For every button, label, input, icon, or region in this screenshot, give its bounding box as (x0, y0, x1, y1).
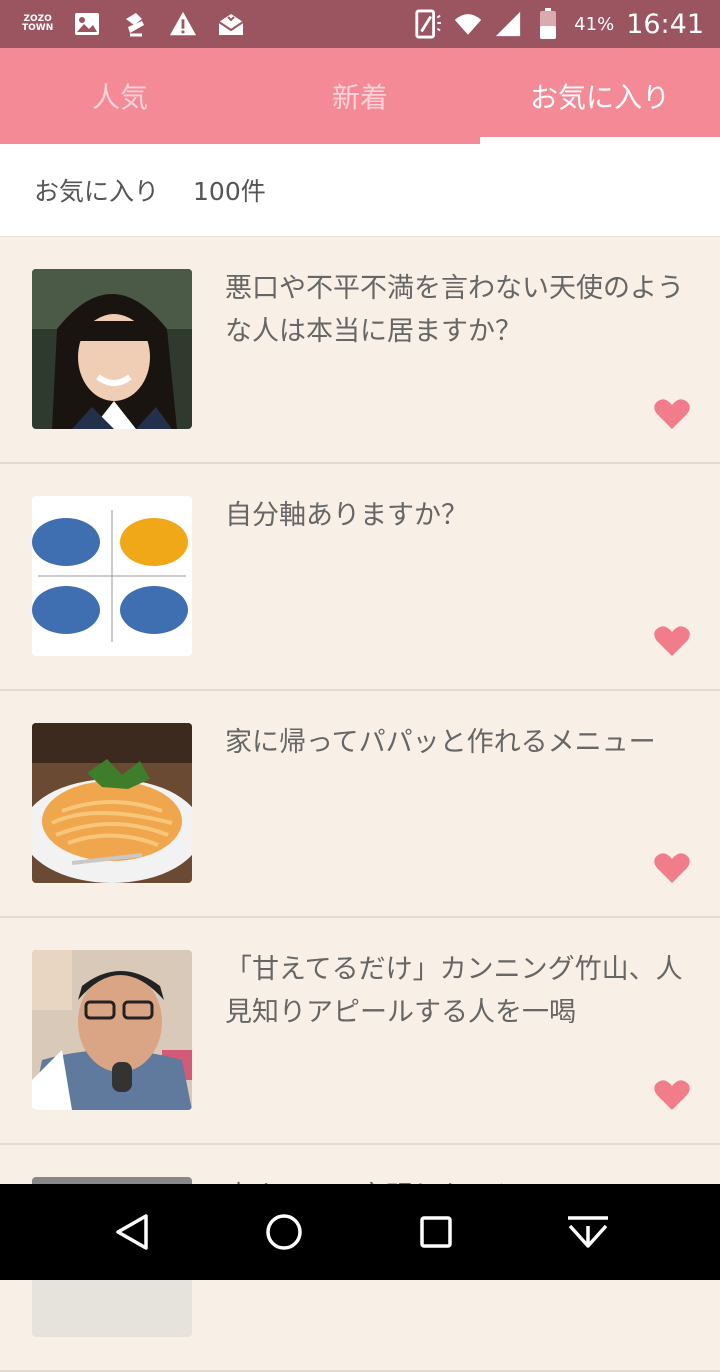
tab-new[interactable]: 新着 (240, 48, 480, 144)
image-icon (73, 10, 101, 38)
list-item[interactable]: 悪口や不平不満を言わない天使のような人は本当に居ますか？ (0, 237, 720, 464)
heart-icon[interactable] (654, 398, 690, 430)
signal-icon (494, 10, 522, 38)
count-value: 100件 (193, 177, 266, 206)
status-bar: ZOZO TOWN 41% 16:41 (0, 0, 720, 48)
recents-icon[interactable] (412, 1208, 460, 1256)
download-icon (121, 10, 149, 38)
thumbnail-image (32, 723, 192, 883)
count-label: お気に入り (34, 177, 160, 206)
item-title: 悪口や不平不満を言わない天使のような人は本当に居ますか？ (225, 273, 684, 347)
battery-icon (534, 8, 562, 39)
favorites-count-bar: お気に入り 100件 (0, 144, 720, 237)
item-title: 「甘えてるだけ」カンニング竹山、人見知りアピールする人を一喝 (225, 954, 683, 1028)
heart-icon[interactable] (654, 1079, 690, 1111)
list-item[interactable]: 「甘えてるだけ」カンニング竹山、人見知りアピールする人を一喝 (0, 918, 720, 1145)
warning-icon (169, 10, 197, 38)
battery-percent: 41% (574, 13, 615, 35)
clock: 16:41 (626, 8, 704, 40)
mail-icon (217, 10, 245, 38)
wifi-icon (454, 10, 482, 38)
vibrate-icon (414, 9, 442, 39)
back-icon[interactable] (108, 1208, 156, 1256)
tab-bar: 人気 新着 お気に入り (0, 48, 720, 144)
list-item[interactable]: 家に帰ってパパッと作れるメニュー (0, 691, 720, 918)
thumbnail-image (32, 496, 192, 656)
hide-keyboard-icon[interactable] (564, 1208, 612, 1256)
item-title: 家に帰ってパパッと作れるメニュー (225, 727, 656, 758)
tab-favorites[interactable]: お気に入り (480, 48, 720, 144)
thumbnail-image (32, 269, 192, 429)
list-item[interactable]: 自分軸ありますか？ (0, 464, 720, 691)
heart-icon[interactable] (654, 625, 690, 657)
heart-icon[interactable] (654, 852, 690, 884)
home-icon[interactable] (260, 1208, 308, 1256)
tab-popular[interactable]: 人気 (0, 48, 240, 144)
item-title: 自分軸ありますか？ (225, 500, 468, 531)
thumbnail-image (32, 950, 192, 1110)
navigation-bar (0, 1184, 720, 1280)
zozotown-icon: ZOZO TOWN (22, 14, 54, 33)
